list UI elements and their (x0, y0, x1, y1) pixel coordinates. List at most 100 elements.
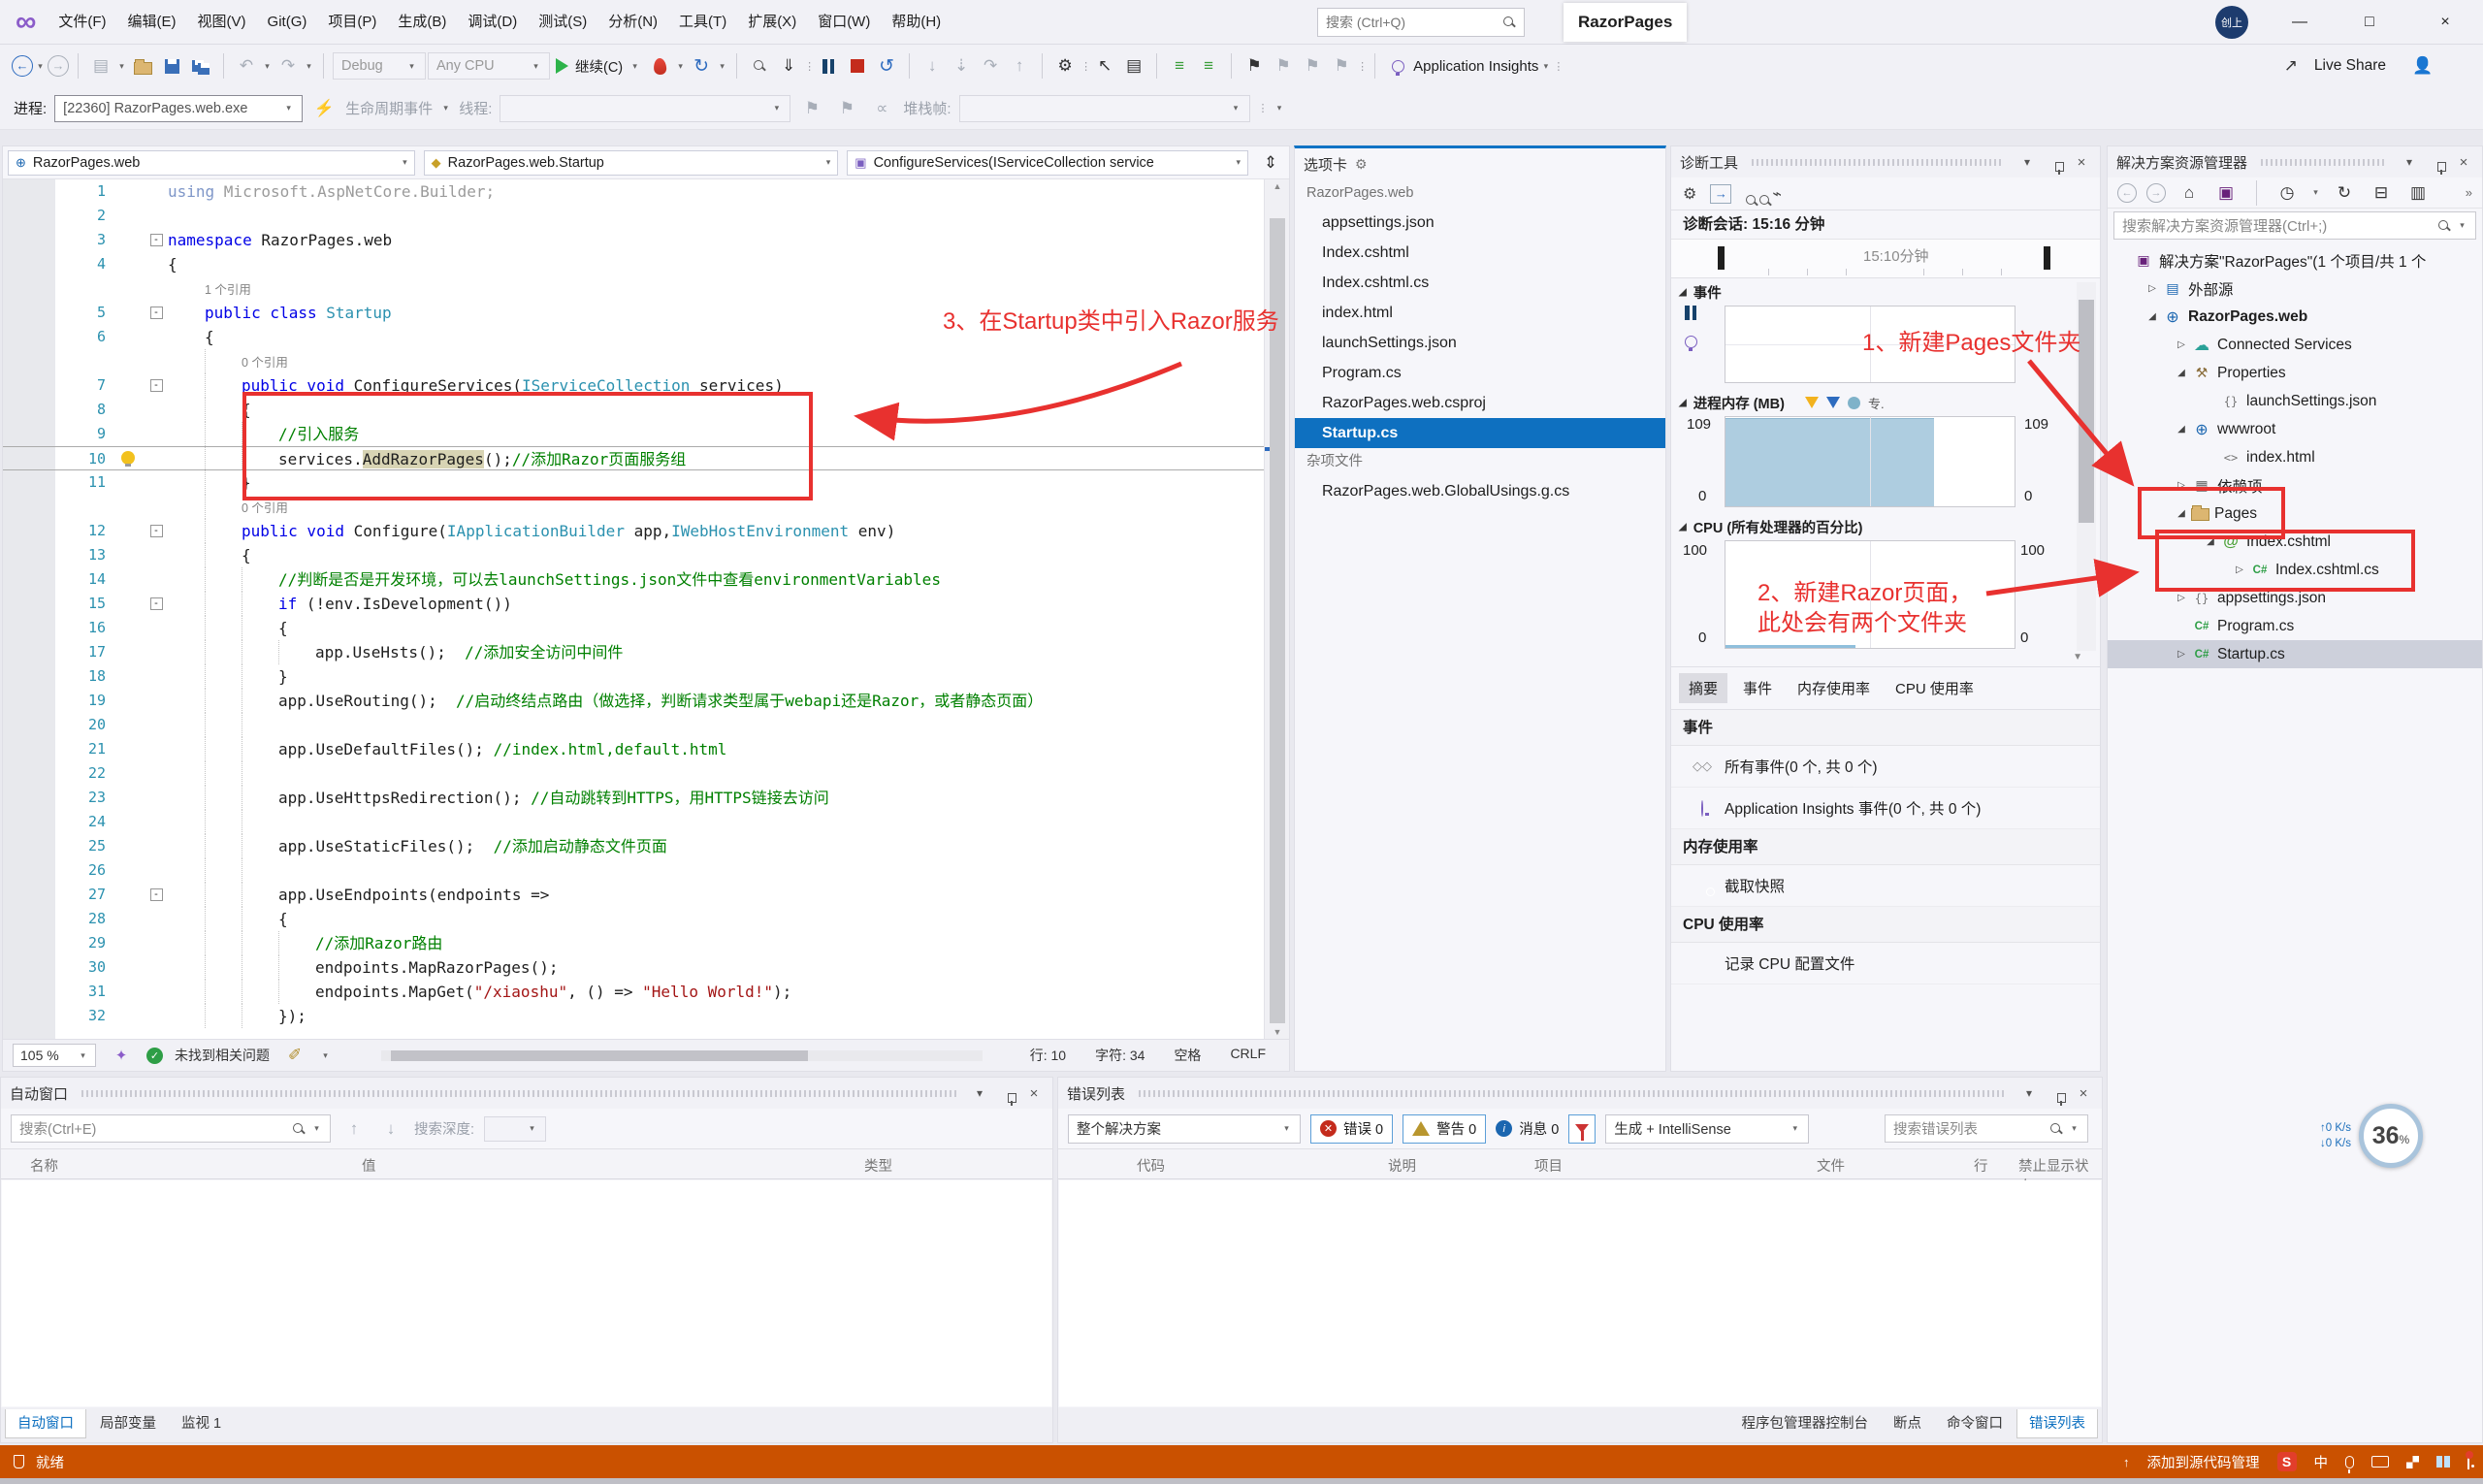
diag-export-icon[interactable]: → (1710, 184, 1731, 204)
navigate-back-icon[interactable]: ← (12, 55, 33, 77)
break-all-icon[interactable] (815, 52, 842, 80)
fold-collapse-icon[interactable]: - (150, 525, 163, 537)
tree-item[interactable]: <>index.html (2108, 443, 2482, 471)
breakpoint-margin[interactable] (3, 640, 55, 664)
intellicode-icon[interactable]: ✦ (108, 1042, 135, 1069)
fold-collapse-icon[interactable]: - (150, 306, 163, 319)
platform-select[interactable]: Any CPU▾ (428, 52, 550, 80)
error-search-box[interactable]: 搜索错误列表 ▾ (1885, 1114, 2088, 1143)
step-over-icon[interactable]: ↷ (977, 52, 1004, 80)
fold-collapse-icon[interactable]: - (150, 234, 163, 246)
fold-margin[interactable] (145, 713, 168, 737)
fold-margin[interactable] (145, 955, 168, 980)
stackframe-select[interactable]: ▾ (959, 95, 1250, 122)
diag-reset-view-icon[interactable]: ⌁ (1772, 184, 1782, 204)
open-file-item[interactable]: index.html (1295, 298, 1665, 328)
hot-reload-caret[interactable]: ▾ (675, 61, 686, 72)
editor-horizontal-scrollbar[interactable] (381, 1049, 983, 1062)
breakpoint-margin[interactable] (3, 204, 55, 228)
open-file-item[interactable]: Startup.cs (1295, 418, 1665, 448)
breakpoint-margin[interactable] (3, 470, 55, 495)
fold-margin[interactable] (145, 810, 168, 834)
breakpoint-margin[interactable] (3, 373, 55, 398)
diag-scrollbar[interactable] (2077, 282, 2096, 651)
tree-item[interactable]: ▷▤外部源 (2108, 274, 2482, 303)
column-header[interactable]: 名称 (30, 1155, 58, 1176)
restart-app-caret[interactable]: ▾ (717, 61, 727, 72)
show-next-statement-icon[interactable]: ↓ (919, 52, 946, 80)
breakpoint-margin[interactable] (3, 616, 55, 640)
close-panel-icon[interactable]: × (2454, 154, 2473, 171)
error-scope-select[interactable]: 整个解决方案▾ (1068, 1114, 1301, 1144)
panel-tab[interactable]: 局部变量 (88, 1409, 168, 1438)
open-file-item[interactable]: Index.cshtml.cs (1295, 268, 1665, 298)
clear-bookmarks-icon[interactable]: ⚑ (1328, 52, 1355, 80)
menu-item[interactable]: 窗口(W) (807, 7, 881, 38)
open-file-item[interactable]: Index.cshtml (1295, 238, 1665, 268)
show-flagged-only-icon[interactable]: ∝ (868, 95, 895, 122)
search-depth-select[interactable]: ▾ (484, 1116, 546, 1142)
code-cleanup-icon[interactable]: ✐ (281, 1042, 308, 1069)
sync-with-active-document-icon[interactable]: ↻ (2331, 179, 2358, 207)
events-collapse-icon[interactable]: ◢ (1679, 287, 1687, 298)
tree-collapsed-icon[interactable]: ▷ (2172, 339, 2191, 350)
fold-margin[interactable]: - (145, 592, 168, 616)
scroll-up-icon[interactable]: ▲ (1265, 181, 1289, 191)
column-header[interactable]: 代码 (1137, 1155, 1165, 1176)
continue-button[interactable]: 继续(C)▾ (552, 56, 644, 77)
timeline-end-marker[interactable] (2044, 246, 2050, 270)
editor-zoom-select[interactable]: 105 %▾ (13, 1044, 96, 1067)
open-file-item[interactable]: appsettings.json (1295, 208, 1665, 238)
fold-margin[interactable]: - (145, 228, 168, 252)
code-area[interactable]: 1using Microsoft.AspNetCore.Builder;23-n… (3, 179, 1289, 1039)
warnings-filter-button[interactable]: 警告 0 (1403, 1114, 1486, 1144)
tree-item[interactable]: ▷▦依赖项 (2108, 471, 2482, 500)
find-in-code-icon[interactable] (746, 52, 773, 80)
memory-collapse-icon[interactable]: ◢ (1679, 398, 1687, 408)
breakpoint-margin[interactable] (3, 980, 55, 1004)
close-panel-icon[interactable]: × (2072, 154, 2091, 171)
maximize-button[interactable]: □ (2339, 0, 2400, 45)
fold-margin[interactable] (145, 689, 168, 713)
open-file-item[interactable]: Program.cs (1295, 358, 1665, 388)
window-position-icon[interactable]: ▾ (970, 1086, 989, 1100)
fold-margin[interactable] (145, 179, 168, 204)
undo-icon[interactable]: ↶ (233, 52, 260, 80)
collapse-all-icon[interactable]: ⊟ (2368, 179, 2395, 207)
filter-button[interactable] (1568, 1114, 1596, 1144)
search-prev-icon[interactable]: ↑ (340, 1115, 368, 1143)
fold-margin[interactable] (145, 398, 168, 422)
tree-collapsed-icon[interactable]: ▷ (2143, 283, 2162, 294)
menu-item[interactable]: 测试(S) (528, 7, 597, 38)
fold-margin[interactable] (145, 786, 168, 810)
tree-collapsed-icon[interactable]: ▷ (2172, 649, 2191, 660)
tree-expanded-icon[interactable]: ◢ (2172, 508, 2191, 519)
application-insights-caret[interactable]: ▾ (1540, 61, 1551, 72)
breakpoint-margin[interactable] (3, 543, 55, 567)
fold-margin[interactable] (145, 422, 168, 446)
performance-monitor-widget[interactable]: ↑0 K/s ↓0 K/s 36% (2320, 1104, 2423, 1168)
minimize-button[interactable]: — (2270, 0, 2330, 45)
apply-code-changes-icon[interactable]: ⇓ (775, 52, 802, 80)
document-outline-icon[interactable]: ▤ (1120, 52, 1147, 80)
column-header[interactable]: 项目 (1534, 1155, 1563, 1176)
fold-margin[interactable] (145, 640, 168, 664)
scroll-down-icon[interactable]: ▼ (1265, 1027, 1289, 1037)
menu-item[interactable]: 文件(F) (48, 7, 116, 38)
error-list-body[interactable] (1059, 1180, 2101, 1406)
app-insights-events-link[interactable]: Application Insights 事件(0 个, 共 0 个) (1671, 788, 2100, 829)
menu-item[interactable]: 帮助(H) (881, 7, 951, 38)
menu-item[interactable]: 分析(N) (597, 7, 668, 38)
panel-tab[interactable]: 错误列表 (2016, 1409, 2098, 1438)
tree-item[interactable]: ▷C#Index.cshtml.cs (2108, 556, 2482, 584)
ime-language-indicator[interactable]: 中 (2314, 1452, 2329, 1472)
autos-body[interactable] (2, 1180, 1051, 1406)
column-header[interactable]: 值 (362, 1155, 376, 1176)
process-select[interactable]: [22360] RazorPages.web.exe▾ (54, 95, 303, 122)
tree-expanded-icon[interactable]: ◢ (2172, 424, 2191, 435)
breakpoint-margin[interactable] (3, 398, 55, 422)
breakpoint-margin[interactable] (3, 519, 55, 543)
fold-margin[interactable] (145, 761, 168, 786)
step-into-icon[interactable]: ⇣ (948, 52, 975, 80)
tree-expanded-icon[interactable]: ◢ (2172, 368, 2191, 378)
